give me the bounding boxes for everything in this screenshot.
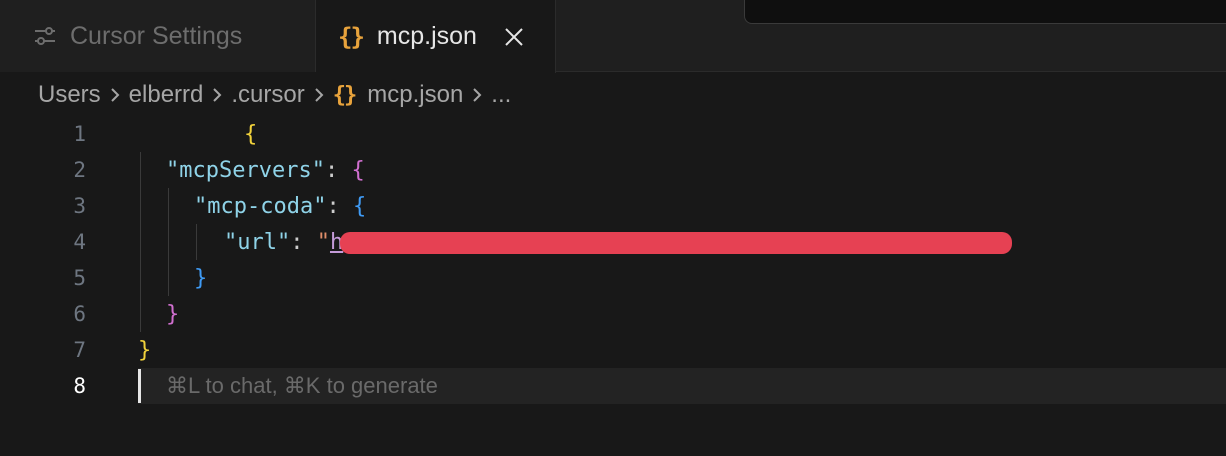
sliders-icon bbox=[35, 27, 55, 45]
json-key: "url" bbox=[224, 229, 291, 255]
code-line: 2 "mcpServers": { bbox=[0, 152, 1226, 188]
brace: } bbox=[194, 265, 208, 291]
line-number: 3 bbox=[73, 194, 86, 218]
brace: } bbox=[138, 337, 152, 363]
tab-cursor-settings[interactable]: Cursor Settings bbox=[0, 0, 316, 72]
code-text: } bbox=[194, 266, 207, 291]
line-number: 8 bbox=[73, 374, 86, 398]
line-number: 7 bbox=[73, 338, 86, 362]
line-number: 2 bbox=[73, 158, 86, 182]
code-line: 1 { bbox=[0, 116, 1226, 152]
code-line: 6 } bbox=[0, 296, 1226, 332]
chevron-right-icon bbox=[109, 86, 121, 104]
colon: : bbox=[324, 157, 352, 183]
code-line: 4 "url": "h" bbox=[0, 224, 1226, 260]
ai-hint-text: ⌘L to chat, ⌘K to generate bbox=[166, 373, 438, 398]
colon: : bbox=[290, 229, 317, 255]
close-icon[interactable] bbox=[503, 26, 525, 48]
tab-label: Cursor Settings bbox=[70, 21, 243, 50]
line-number: 4 bbox=[73, 230, 86, 254]
tab-mcp-json[interactable]: {} mcp.json bbox=[316, 0, 556, 73]
brace: } bbox=[166, 301, 180, 327]
breadcrumb-item-more[interactable]: ... bbox=[491, 81, 511, 109]
json-key: "mcp-coda" bbox=[194, 193, 327, 219]
code-line-current[interactable]: 8 ⌘L to chat, ⌘K to generate bbox=[0, 368, 1226, 404]
brace: { bbox=[351, 157, 365, 183]
code-line: 7 } bbox=[0, 332, 1226, 368]
json-file-icon: {} bbox=[332, 82, 357, 108]
brace: { bbox=[243, 121, 258, 147]
code-text: "mcpServers": { bbox=[166, 158, 365, 183]
floating-toolbar bbox=[744, 0, 1226, 24]
tab-bar: Cursor Settings {} mcp.json bbox=[0, 0, 1226, 73]
chevron-right-icon bbox=[471, 86, 483, 104]
code-line: 5 } bbox=[0, 260, 1226, 296]
line-number: 1 bbox=[73, 122, 86, 146]
breadcrumb: Users elberrd .cursor {} mcp.json ... bbox=[38, 78, 511, 112]
tab-label: mcp.json bbox=[376, 22, 477, 50]
code-line: 3 "mcp-coda": { bbox=[0, 188, 1226, 224]
redaction-mark bbox=[340, 232, 1012, 254]
json-key: "mcpServers" bbox=[166, 157, 325, 183]
string-quote: " bbox=[316, 229, 330, 255]
code-editor[interactable]: 1 { 2 "mcpServers": { 3 "mcp-coda": { 4 … bbox=[0, 116, 1226, 456]
code-text: } bbox=[138, 338, 151, 363]
colon: : bbox=[326, 193, 353, 219]
code-text: "mcp-coda": { bbox=[194, 194, 366, 219]
json-file-icon: {} bbox=[338, 22, 365, 51]
brace: { bbox=[352, 193, 367, 219]
text-cursor bbox=[138, 369, 141, 403]
editor-window: Cursor Settings {} mcp.json Users elberr… bbox=[0, 0, 1226, 456]
code-text: } bbox=[166, 302, 179, 327]
line-number: 6 bbox=[73, 302, 86, 326]
line-number: 5 bbox=[73, 266, 86, 290]
chevron-right-icon bbox=[313, 86, 325, 104]
breadcrumb-item-users[interactable]: Users bbox=[38, 81, 101, 109]
breadcrumb-item-mcp-json[interactable]: mcp.json bbox=[367, 81, 463, 109]
